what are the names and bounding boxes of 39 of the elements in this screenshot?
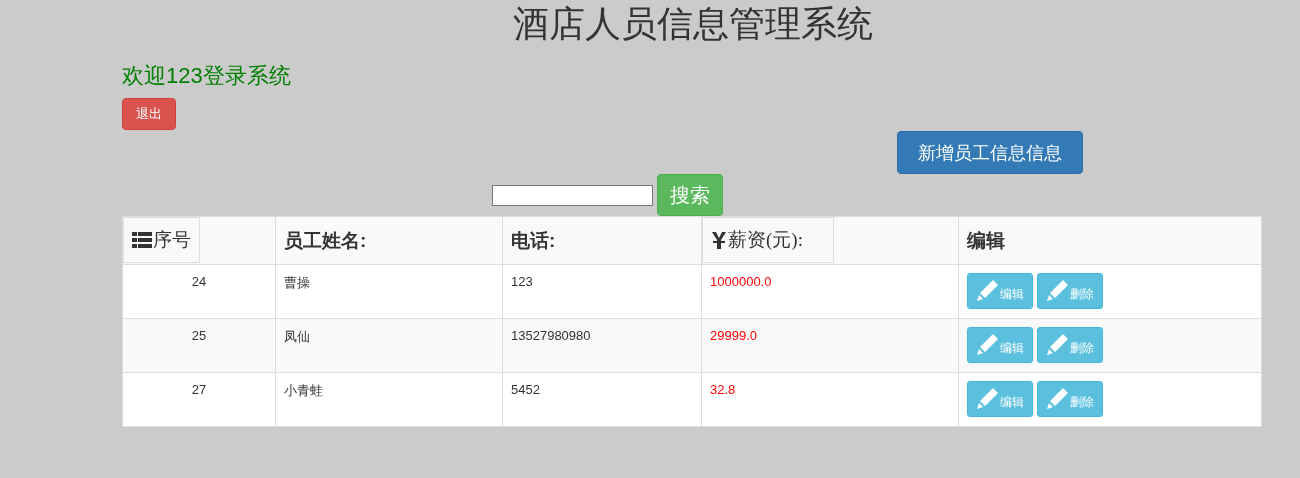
- yen-icon: [711, 231, 727, 249]
- pencil-icon: [1047, 333, 1069, 355]
- row-action-button[interactable]: 编辑: [967, 273, 1033, 309]
- pencil-icon: [1047, 387, 1069, 409]
- column-sort-button[interactable]: 薪资(元):: [702, 217, 834, 263]
- row-action-button[interactable]: 删除: [1037, 327, 1103, 363]
- salary-cell: 29999.0: [710, 328, 757, 343]
- table-cell: 13527980980: [511, 328, 591, 343]
- pencil-icon: [1047, 279, 1069, 301]
- table-cell: 5452: [511, 382, 540, 397]
- pencil-icon: [977, 333, 999, 355]
- row-action-button[interactable]: 编辑: [967, 327, 1033, 363]
- column-header: 电话:: [511, 229, 556, 251]
- table-cell: 24: [191, 274, 207, 289]
- add-employee-button[interactable]: 新增员工信息信息: [897, 131, 1083, 174]
- row-action-button[interactable]: 删除: [1037, 273, 1103, 309]
- table-cell: 凤仙: [284, 329, 310, 344]
- pencil-icon: [977, 279, 999, 301]
- logout-button[interactable]: 退出: [122, 98, 176, 130]
- row-action-button[interactable]: 删除: [1037, 381, 1103, 417]
- table-cell: 27: [191, 382, 207, 397]
- page-title: 酒店人员信息管理系统: [512, 2, 874, 46]
- column-header: 薪资(元):: [728, 228, 803, 252]
- column-header: 编辑: [967, 229, 1005, 251]
- pencil-icon: [977, 387, 999, 409]
- column-header: 员工姓名:: [284, 229, 367, 251]
- salary-cell: 1000000.0: [710, 274, 772, 289]
- salary-cell: 32.8: [710, 382, 736, 397]
- row-action-button[interactable]: 编辑: [967, 381, 1033, 417]
- column-header: 序号: [153, 228, 191, 252]
- column-sort-button[interactable]: 序号: [123, 217, 200, 263]
- search-field[interactable]: [492, 184, 653, 206]
- table-cell: 小青蛙: [284, 383, 323, 398]
- list-icon: [132, 232, 152, 248]
- table-cell: 123: [511, 274, 533, 289]
- welcome-text: 欢迎123登录系统: [122, 62, 292, 90]
- search-button[interactable]: 搜索: [657, 174, 723, 216]
- table-cell: 曹操: [284, 275, 310, 290]
- table-cell: 25: [191, 328, 207, 343]
